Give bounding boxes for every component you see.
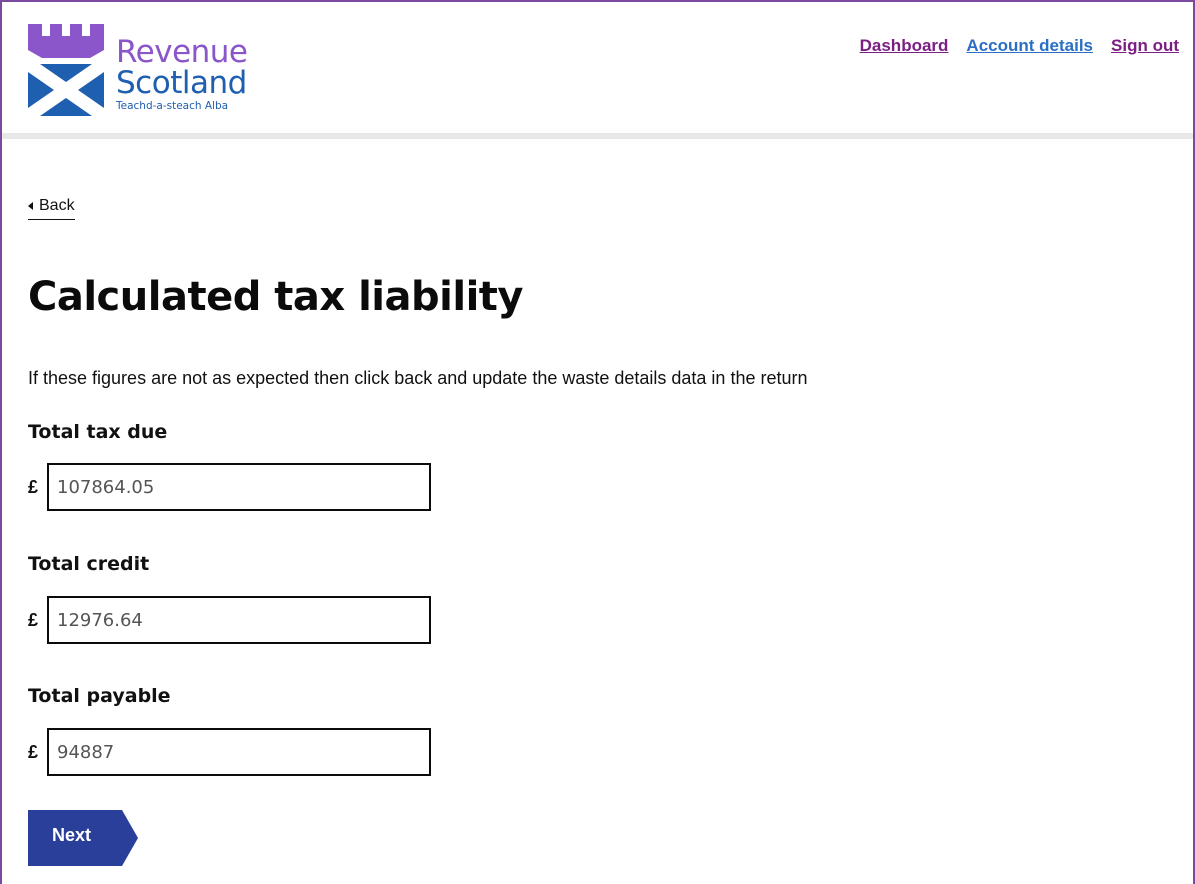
next-button-label: Next bbox=[52, 825, 92, 845]
logo-line-gaelic: Teachd-a-steach Alba bbox=[116, 100, 229, 112]
site-header: Revenue Scotland Teachd-a-steach Alba Da… bbox=[2, 2, 1193, 139]
currency-symbol: £ bbox=[28, 609, 39, 630]
nav-dashboard-link[interactable]: Dashboard bbox=[860, 36, 949, 56]
total-tax-due-label: Total tax due bbox=[28, 421, 168, 443]
total-tax-due-input[interactable] bbox=[47, 463, 431, 511]
logo-line-scotland: Scotland bbox=[116, 65, 247, 101]
page-frame: Revenue Scotland Teachd-a-steach Alba Da… bbox=[0, 0, 1195, 884]
total-credit-label: Total credit bbox=[28, 553, 150, 575]
currency-symbol: £ bbox=[28, 741, 39, 762]
total-payable-input[interactable] bbox=[47, 728, 431, 776]
nav-account-details-link[interactable]: Account details bbox=[966, 36, 1093, 56]
total-tax-due-row: £ bbox=[28, 463, 431, 511]
next-button[interactable]: Next bbox=[28, 810, 140, 866]
header-nav: Dashboard Account details Sign out bbox=[860, 36, 1179, 56]
back-link-label: Back bbox=[39, 197, 75, 214]
logo-wordmark: Revenue Scotland Teachd-a-steach Alba bbox=[116, 36, 248, 113]
back-arrow-icon bbox=[28, 202, 33, 210]
back-link[interactable]: Back bbox=[28, 197, 75, 220]
currency-symbol: £ bbox=[28, 476, 39, 497]
nav-sign-out-link[interactable]: Sign out bbox=[1111, 36, 1179, 56]
page-title: Calculated tax liability bbox=[28, 274, 523, 320]
total-credit-input[interactable] bbox=[47, 596, 431, 644]
saltire-crown-icon bbox=[28, 24, 104, 116]
logo-line-revenue: Revenue bbox=[116, 34, 248, 70]
total-credit-row: £ bbox=[28, 596, 431, 644]
total-payable-row: £ bbox=[28, 728, 431, 776]
total-payable-label: Total payable bbox=[28, 685, 171, 707]
revenue-scotland-logo[interactable]: Revenue Scotland Teachd-a-steach Alba bbox=[26, 24, 266, 120]
intro-text: If these figures are not as expected the… bbox=[28, 368, 808, 388]
